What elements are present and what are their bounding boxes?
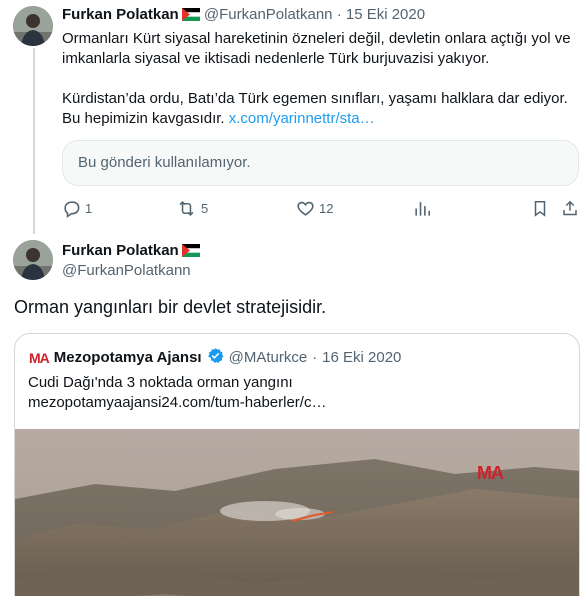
avatar[interactable] xyxy=(13,240,53,280)
quote-header: MA Mezopotamya Ajansı @MAturkce · 16 Eki… xyxy=(29,347,401,368)
tweet-link[interactable]: x.com/yarinnettr/sta… xyxy=(229,110,375,127)
tweet-actions: 1 5 12 xyxy=(62,199,582,219)
separator-dot: · xyxy=(312,349,318,366)
verified-icon xyxy=(207,347,224,368)
quoted-tweet-card[interactable]: MA Mezopotamya Ajansı @MAturkce · 16 Eki… xyxy=(14,333,580,596)
avatar[interactable] xyxy=(13,6,53,46)
unavailable-post-card: Bu gönderi kullanılamıyor. xyxy=(62,140,579,186)
reply-icon xyxy=(62,199,81,218)
like-icon xyxy=(296,199,315,218)
tweet-date[interactable]: 15 Eki 2020 xyxy=(346,6,425,23)
tweet-header: Furkan Polatkan xyxy=(62,242,200,261)
author-name[interactable]: Furkan Polatkan xyxy=(62,242,179,259)
quote-title: Cudi Dağı'nda 3 noktada orman yangını xyxy=(28,374,293,391)
tweet-text: Orman yangınları bir devlet stratejisidi… xyxy=(14,297,327,317)
quote-url: mezopotamyaajansi24.com/tum-haberler/c… xyxy=(28,394,327,411)
share-button[interactable] xyxy=(561,199,579,218)
bookmark-button[interactable] xyxy=(531,199,549,218)
quote-author-handle: @MAturkce xyxy=(228,349,308,366)
quote-media-image[interactable]: MA xyxy=(15,429,579,596)
author-handle[interactable]: @FurkanPolatkann xyxy=(204,6,333,23)
quote-date: 16 Eki 2020 xyxy=(322,349,402,366)
unavailable-text: Bu gönderi kullanılamıyor. xyxy=(78,154,251,171)
author-handle[interactable]: @FurkanPolatkann xyxy=(62,262,191,279)
like-button[interactable]: 12 xyxy=(296,199,333,218)
tweet-text: Ormanları Kürt siyasal hareketinin öznel… xyxy=(62,29,577,129)
image-watermark: MA xyxy=(477,463,504,483)
quote-avatar-logo: MA xyxy=(29,349,50,366)
views-icon xyxy=(413,199,432,218)
quote-author-name: Mezopotamya Ajansı xyxy=(53,349,202,366)
tweet-header: Furkan Polatkan @FurkanPolatkann · 15 Ek… xyxy=(62,6,425,25)
palestine-flag-icon xyxy=(181,8,200,25)
reply-count: 1 xyxy=(85,201,93,216)
separator-dot: · xyxy=(336,6,342,23)
like-count: 12 xyxy=(319,201,334,216)
tweet-paragraph: Ormanları Kürt siyasal hareketinin öznel… xyxy=(62,30,571,67)
views-button[interactable] xyxy=(413,199,432,218)
bookmark-icon xyxy=(531,199,549,218)
retweet-icon xyxy=(176,199,197,218)
tweet-paragraph: Kürdistan’da ordu, Batı’da Türk egemen s… xyxy=(62,89,577,129)
reply-button[interactable]: 1 xyxy=(62,199,92,218)
retweet-count: 5 xyxy=(201,201,209,216)
author-name[interactable]: Furkan Polatkan xyxy=(62,6,179,23)
share-icon xyxy=(561,199,579,218)
palestine-flag-icon xyxy=(181,244,200,261)
retweet-button[interactable]: 5 xyxy=(176,199,208,218)
thread-connector-line xyxy=(33,48,35,234)
